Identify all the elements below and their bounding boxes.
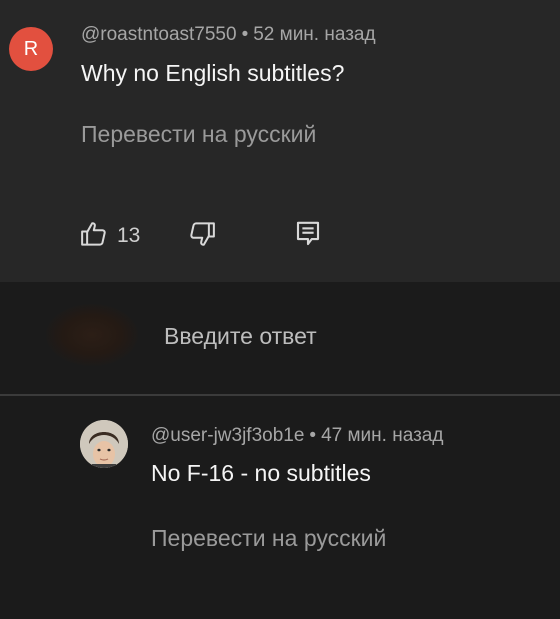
comment-reply-icon <box>294 219 322 254</box>
comment-card: R @roastntoast7550 • 52 мин. назад Why no … <box>0 0 560 282</box>
like-count: 13 <box>117 224 141 247</box>
meta-separator: • <box>309 425 317 446</box>
user-photo-icon <box>80 420 128 468</box>
comment-author[interactable]: @roastntoast7550 <box>81 24 237 45</box>
translate-link[interactable]: Перевести на русский <box>81 121 316 148</box>
translate-link[interactable]: Перевести на русский <box>151 525 386 552</box>
reply-text: No F-16 - no subtitles <box>151 460 371 486</box>
meta-separator: • <box>241 24 249 45</box>
thumbs-up-icon <box>79 219 109 254</box>
thumbs-down-icon <box>187 219 217 254</box>
avatar[interactable]: R <box>9 27 53 71</box>
reply-input-area: Введите ответ <box>0 282 560 394</box>
reply-button[interactable] <box>294 221 322 251</box>
comment-meta: @roastntoast7550 • 52 мин. назад <box>81 24 376 46</box>
avatar-letter: R <box>23 38 39 60</box>
dislike-button[interactable] <box>187 221 217 251</box>
current-user-avatar <box>46 304 138 366</box>
reply-meta: @user-jw3jf3ob1e • 47 мин. назад <box>151 425 443 447</box>
reply-author[interactable]: @user-jw3jf3ob1e <box>151 425 304 446</box>
comment-time: 52 мин. назад <box>253 24 376 45</box>
comment-text: Why no English subtitles? <box>81 60 345 86</box>
reply-input[interactable]: Введите ответ <box>164 323 317 350</box>
divider <box>0 394 560 396</box>
like-button[interactable]: 13 <box>79 221 140 251</box>
avatar[interactable] <box>80 420 128 468</box>
reply-time: 47 мин. назад <box>321 425 444 446</box>
